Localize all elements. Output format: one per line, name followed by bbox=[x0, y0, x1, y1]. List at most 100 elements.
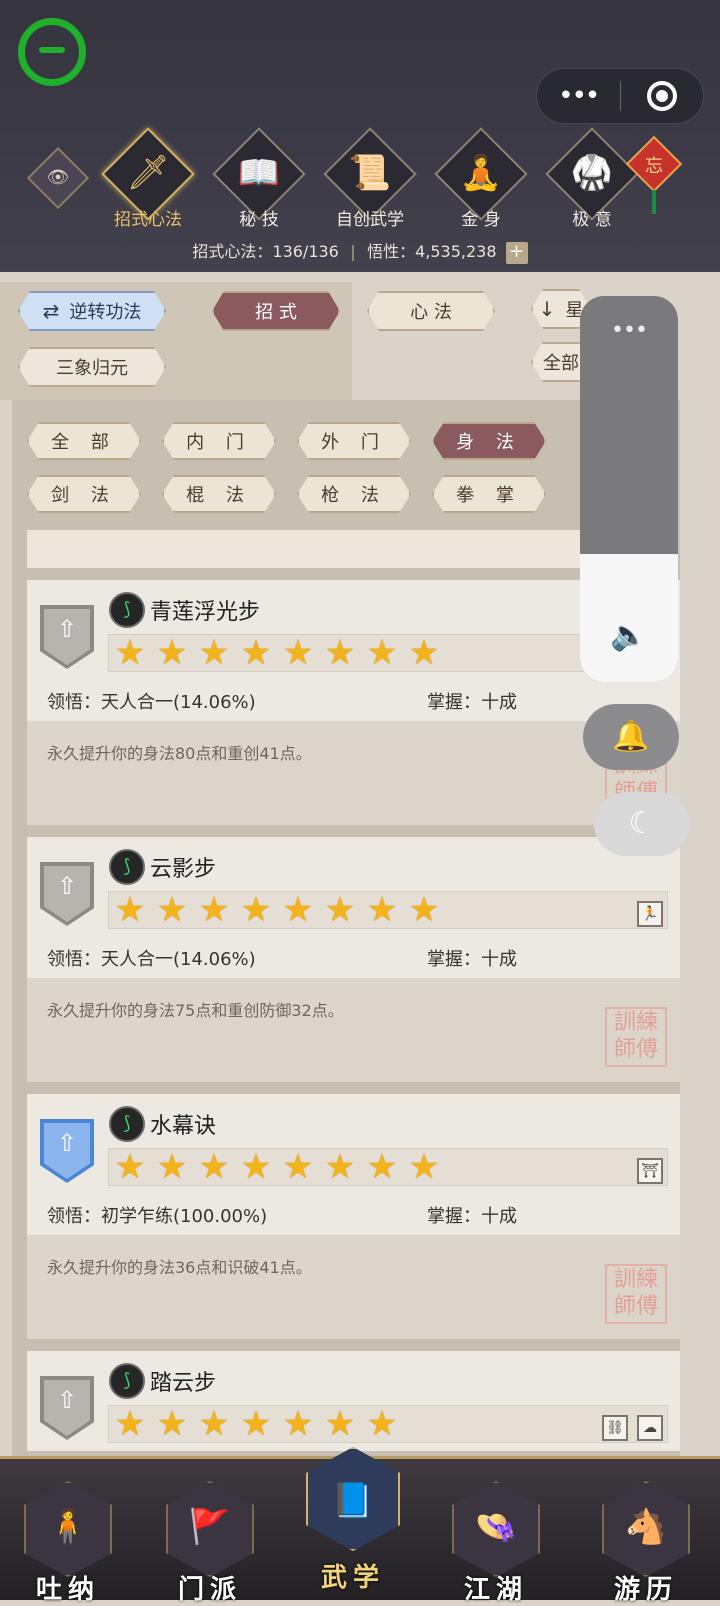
card-desc-area bbox=[27, 1235, 680, 1339]
scroll-icon: 📜 bbox=[348, 153, 392, 193]
chain-icon[interactable]: ⛓ bbox=[602, 1415, 628, 1441]
martial-book-icon: 📘 bbox=[331, 1481, 375, 1521]
comprehension-text: 领悟：天人合一(14.06%) bbox=[47, 949, 256, 970]
insight-value: 悟性：4,535,238 bbox=[367, 242, 497, 261]
skill-card[interactable]: ⇧ ⟆ 水幕诀 ★ ★ ★ ★ ★ ★ ★ ★ ⛩ 领悟：初学乍练(100.00%) 掌握：十… bbox=[27, 1094, 680, 1339]
book-icon: 📖 bbox=[237, 153, 281, 193]
tag-neimen[interactable]: 内 门 bbox=[162, 422, 276, 460]
tag-quanzhang[interactable]: 拳 掌 bbox=[432, 475, 546, 513]
mastery-text: 掌握：十成 bbox=[427, 692, 517, 713]
top-nav-item-zichuang[interactable]: 📜 自创武学 bbox=[317, 127, 428, 235]
mini-program-capsule: ••• bbox=[536, 68, 704, 124]
comprehension-text: 领悟：初学乍练(100.00%) bbox=[47, 1206, 268, 1227]
sect-banner-icon: 🚩 bbox=[188, 1507, 232, 1547]
stats-divider bbox=[351, 244, 354, 261]
skill-name: 踏云步 bbox=[150, 1371, 217, 1396]
top-nav-item-jinshen[interactable]: 🧘 金 身 bbox=[428, 127, 539, 235]
star-rating: ★ ★ ★ ★ ★ ★ ★ ★ bbox=[108, 1148, 668, 1186]
rank-shield-icon: ⇧ bbox=[40, 1119, 94, 1183]
bottom-nav-label: 游历 bbox=[613, 1575, 678, 1605]
top-nav-label: 自创武学 bbox=[336, 210, 404, 230]
volume-more-icon[interactable]: ••• bbox=[580, 318, 678, 343]
skill-card[interactable]: ⇧ ⟆ 云影步 ★ ★ ★ ★ ★ ★ ★ ★ 🏃 领悟：天人合一(14.06%) 掌握：十成… bbox=[27, 837, 680, 1082]
bottom-nav-jianghu[interactable]: 👒 江湖 bbox=[440, 1459, 552, 1605]
tag-gunfa[interactable]: 棍 法 bbox=[162, 475, 276, 513]
tab-xinfa[interactable]: 心 法 bbox=[367, 291, 495, 331]
seal-stamp-icon: 訓練師傅 bbox=[605, 1264, 667, 1324]
tag-jianfa[interactable]: 剑 法 bbox=[27, 475, 141, 513]
bottom-nav-label: 吐纳 bbox=[35, 1575, 100, 1605]
do-not-disturb-button[interactable]: ☾ bbox=[594, 792, 690, 856]
wechat-logo-icon[interactable] bbox=[18, 18, 86, 86]
bottom-nav-tuna[interactable]: 🧍 吐纳 bbox=[12, 1459, 124, 1605]
close-mini-program-button[interactable] bbox=[621, 81, 704, 111]
skill-name: 云影步 bbox=[150, 857, 217, 882]
tag-waimen[interactable]: 外 门 bbox=[297, 422, 411, 460]
skill-type-icon: ⟆ bbox=[109, 1363, 145, 1399]
bottom-nav: 🧍 吐纳 🚩 门派 📘 武学 👒 江湖 🐴 游历 bbox=[0, 1447, 720, 1605]
tag-qiangfa[interactable]: 枪 法 bbox=[297, 475, 411, 513]
skill-description: 永久提升你的身法75点和重创防御32点。 bbox=[47, 1001, 344, 1020]
skill-description: 永久提升你的身法80点和重创41点。 bbox=[47, 744, 312, 763]
top-header: ••• 👁 🗡 招式心法 📖 秘 技 📜 自创武学 🧘 金 身 🥋 极 意 忘 … bbox=[0, 0, 720, 275]
straw-hat-icon: 👒 bbox=[474, 1507, 518, 1547]
tab-xinfa-label: 心 法 bbox=[410, 302, 452, 323]
skill-name: 青莲浮光步 bbox=[150, 600, 261, 625]
ring-mode-button[interactable]: 🔔 bbox=[583, 704, 679, 770]
filter-all-label: 全部 bbox=[543, 353, 579, 374]
cloud-icon[interactable]: ☁ bbox=[637, 1415, 663, 1441]
add-insight-button[interactable]: + bbox=[505, 241, 528, 264]
skill-type-icon: ⟆ bbox=[109, 1106, 145, 1142]
top-nav-label: 秘 技 bbox=[239, 210, 279, 230]
tab-zhaoshi-label: 招 式 bbox=[255, 302, 297, 323]
top-nav-item-miji[interactable]: 📖 秘 技 bbox=[206, 127, 317, 235]
bottom-nav-label: 门派 bbox=[177, 1575, 242, 1605]
knot-char: 忘 bbox=[645, 156, 663, 177]
rank-shield-icon: ⇧ bbox=[40, 1376, 94, 1440]
tag-shenfa[interactable]: 身 法 bbox=[432, 422, 546, 460]
bottom-nav-youli[interactable]: 🐴 游历 bbox=[590, 1459, 702, 1605]
bell-tower-icon[interactable]: ⛩ bbox=[637, 1158, 663, 1184]
target-icon bbox=[646, 81, 677, 111]
running-figure-icon[interactable]: 🏃 bbox=[637, 901, 663, 927]
reverse-skill-button[interactable]: ⇄ 逆转功法 bbox=[18, 291, 166, 331]
moon-icon: ☾ bbox=[628, 806, 656, 841]
horse-icon: 🐴 bbox=[624, 1507, 668, 1547]
skill-name: 水幕诀 bbox=[150, 1114, 217, 1139]
eye-toggle-button[interactable]: 👁 bbox=[26, 146, 90, 210]
breathing-figure-icon: 🧍 bbox=[46, 1507, 90, 1547]
volume-slider[interactable]: ••• 🔈 bbox=[580, 296, 678, 682]
star-rating: ★ ★ ★ ★ ★ ★ ★ bbox=[108, 1405, 668, 1443]
bottom-nav-menpai[interactable]: 🚩 门派 bbox=[154, 1459, 266, 1605]
top-category-nav: 🗡 招式心法 📖 秘 技 📜 自创武学 🧘 金 身 🥋 极 意 bbox=[95, 127, 650, 235]
top-nav-label: 金 身 bbox=[461, 210, 501, 230]
bottom-nav-label: 武学 bbox=[320, 1563, 385, 1593]
reverse-skill-label: 逆转功法 bbox=[69, 302, 142, 323]
card-desc-area bbox=[27, 978, 680, 1082]
speaker-icon: 🔈 bbox=[610, 618, 648, 653]
mastery-text: 掌握：十成 bbox=[427, 949, 517, 970]
bell-icon: 🔔 bbox=[612, 719, 650, 754]
meditation-icon: 🧘 bbox=[459, 153, 503, 193]
progress-count: 招式心法：136/136 bbox=[192, 242, 339, 261]
tab-zhaoshi[interactable]: 招 式 bbox=[212, 291, 340, 331]
skill-description: 永久提升你的身法36点和识破41点。 bbox=[47, 1258, 312, 1277]
seal-stamp-icon: 訓練師傅 bbox=[605, 1007, 667, 1067]
sanxiang-button[interactable]: 三象归元 bbox=[18, 347, 166, 387]
star-rating: ★ ★ ★ ★ ★ ★ ★ ★ bbox=[108, 891, 668, 929]
arrow-down-icon: ↓ bbox=[538, 297, 556, 321]
top-nav-item-zhaoshi-xinfa[interactable]: 🗡 招式心法 bbox=[95, 127, 206, 235]
top-nav-label: 招式心法 bbox=[114, 210, 182, 230]
knot-tassel bbox=[652, 190, 656, 214]
skill-type-icon: ⟆ bbox=[109, 849, 145, 885]
skill-type-icon: ⟆ bbox=[109, 592, 145, 628]
tag-all[interactable]: 全 部 bbox=[27, 422, 141, 460]
rank-shield-icon: ⇧ bbox=[40, 605, 94, 669]
bottom-nav-wuxue[interactable]: 📘 武学 bbox=[297, 1447, 409, 1603]
swap-icon: ⇄ bbox=[42, 299, 60, 323]
chinese-knot-button[interactable]: 忘 bbox=[625, 120, 683, 220]
bottom-nav-label: 江湖 bbox=[463, 1575, 528, 1605]
rank-shield-icon: ⇧ bbox=[40, 862, 94, 926]
more-menu-icon[interactable]: ••• bbox=[537, 68, 620, 124]
skill-card[interactable]: ⇧ ⟆ 踏云步 ★ ★ ★ ★ ★ ★ ★ ⛓ ☁ bbox=[27, 1351, 680, 1451]
